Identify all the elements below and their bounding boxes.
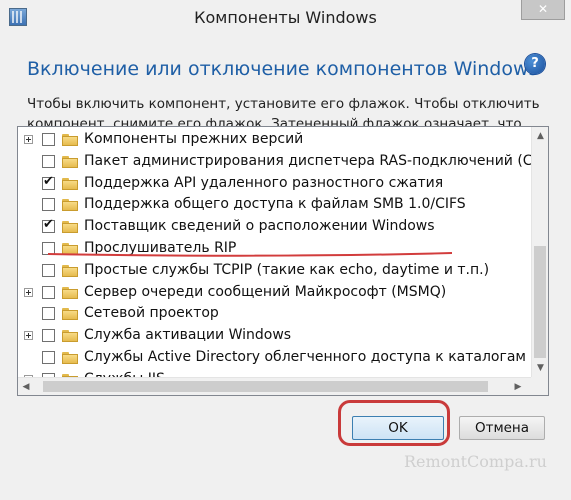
scroll-down-icon[interactable]: ▼ — [532, 363, 548, 373]
folder-icon — [62, 264, 78, 277]
feature-label: Пакет администрирования диспетчера RAS-п… — [84, 152, 545, 169]
folder-icon — [62, 221, 78, 234]
features-list: Компоненты прежних версий Пакет администр… — [18, 129, 545, 391]
feature-checkbox[interactable] — [42, 217, 55, 234]
folder-icon — [62, 155, 78, 168]
ok-button[interactable]: OK — [352, 416, 444, 440]
help-icon[interactable]: ? — [525, 54, 545, 74]
feature-label: Компоненты прежних версий — [84, 131, 304, 147]
feature-label: Служба активации Windows — [84, 327, 292, 344]
features-tree[interactable]: Компоненты прежних версий Пакет администр… — [17, 126, 549, 396]
feature-checkbox[interactable] — [42, 285, 55, 299]
feature-row[interactable]: Поставщик сведений о расположении Window… — [18, 216, 531, 238]
scrollbar-corner — [531, 377, 548, 395]
feature-row[interactable]: Сервер очереди сообщений Майкрософт (MSM… — [18, 282, 531, 304]
cancel-button[interactable]: Отмена — [459, 416, 545, 440]
feature-label: Службы Active Directory облегченного дос… — [84, 348, 526, 365]
scroll-right-icon[interactable]: ▶ — [512, 382, 524, 392]
feature-label: Простые службы TCPIP (такие как echo, da… — [84, 261, 490, 278]
feature-row[interactable]: Пакет администрирования диспетчера RAS-п… — [18, 151, 545, 173]
feature-label: Сетевой проектор — [84, 305, 219, 322]
folder-icon — [62, 177, 78, 190]
horizontal-scroll-thumb[interactable] — [43, 381, 488, 392]
scroll-left-icon[interactable]: ◀ — [20, 382, 32, 392]
feature-checkbox[interactable] — [42, 350, 55, 364]
red-annotation-underline — [48, 252, 452, 257]
expand-plus-icon[interactable] — [24, 135, 33, 144]
watermark-text: RemontCompa.ru — [404, 452, 547, 471]
feature-label: Поддержка API удаленного разностного сжа… — [84, 174, 444, 191]
scroll-up-icon[interactable]: ▲ — [532, 131, 548, 141]
feature-label: Поставщик сведений о расположении Window… — [84, 218, 435, 235]
folder-icon — [62, 308, 78, 321]
folder-icon — [62, 134, 78, 146]
feature-row[interactable]: Поддержка API удаленного разностного сжа… — [18, 173, 531, 195]
page-heading: Включение или отключение компонентов Win… — [27, 58, 539, 80]
horizontal-scrollbar[interactable]: ◀ ▶ — [18, 377, 531, 395]
vertical-scrollbar[interactable]: ▲ ▼ — [531, 127, 548, 378]
close-icon: ✕ — [537, 2, 549, 16]
feature-row[interactable]: Служба активации Windows — [18, 325, 531, 347]
window-title: Компоненты Windows — [194, 8, 377, 27]
feature-checkbox[interactable] — [42, 154, 55, 168]
folder-icon — [62, 330, 78, 343]
feature-checkbox[interactable] — [42, 133, 55, 146]
feature-row[interactable]: Поддержка общего доступа к файлам SMB 1.… — [18, 194, 531, 216]
folder-icon — [62, 286, 78, 299]
vertical-scroll-thumb[interactable] — [534, 246, 546, 358]
feature-checkbox[interactable] — [42, 329, 55, 343]
feature-checkbox[interactable] — [42, 174, 55, 190]
folder-icon — [62, 351, 78, 364]
title-bar: Компоненты Windows ✕ — [0, 0, 571, 38]
close-button[interactable]: ✕ — [521, 0, 565, 20]
feature-row[interactable]: Службы Active Directory облегченного дос… — [18, 347, 531, 369]
feature-checkbox[interactable] — [42, 307, 55, 321]
feature-label: Сервер очереди сообщений Майкрософт (MSM… — [84, 283, 447, 300]
expand-plus-icon[interactable] — [24, 287, 33, 297]
expand-plus-icon[interactable] — [24, 331, 33, 341]
feature-row[interactable]: Компоненты прежних версий — [18, 129, 531, 151]
feature-checkbox[interactable] — [42, 263, 55, 277]
feature-checkbox[interactable] — [42, 198, 55, 212]
feature-row[interactable]: Сетевой проектор — [18, 303, 531, 325]
folder-icon — [62, 199, 78, 212]
feature-row[interactable]: Простые службы TCPIP (такие как echo, da… — [18, 260, 531, 282]
feature-label: Поддержка общего доступа к файлам SMB 1.… — [84, 196, 466, 213]
